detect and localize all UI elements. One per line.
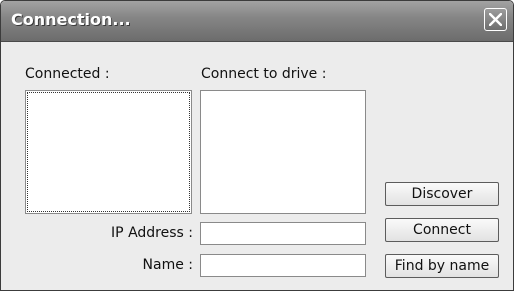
connected-list[interactable] [25, 90, 192, 214]
discover-button[interactable]: Discover [385, 182, 499, 206]
connected-label: Connected : [25, 66, 110, 82]
close-icon [489, 13, 502, 26]
name-label: Name : [142, 257, 193, 273]
find-by-name-button[interactable]: Find by name [385, 254, 499, 278]
dialog-content: Connected : Connect to drive : Discover … [1, 42, 513, 290]
connection-dialog: Connection... Connected : Connect to dri… [0, 0, 514, 291]
close-button[interactable] [484, 8, 507, 31]
title-bar[interactable]: Connection... [1, 1, 513, 42]
ip-address-field[interactable] [200, 222, 366, 245]
connect-to-drive-list[interactable] [200, 90, 366, 214]
connect-button[interactable]: Connect [385, 218, 499, 242]
connect-to-drive-label: Connect to drive : [201, 66, 327, 82]
name-field[interactable] [200, 254, 366, 277]
dialog-title: Connection... [11, 10, 131, 29]
ip-address-label: IP Address : [111, 225, 193, 241]
